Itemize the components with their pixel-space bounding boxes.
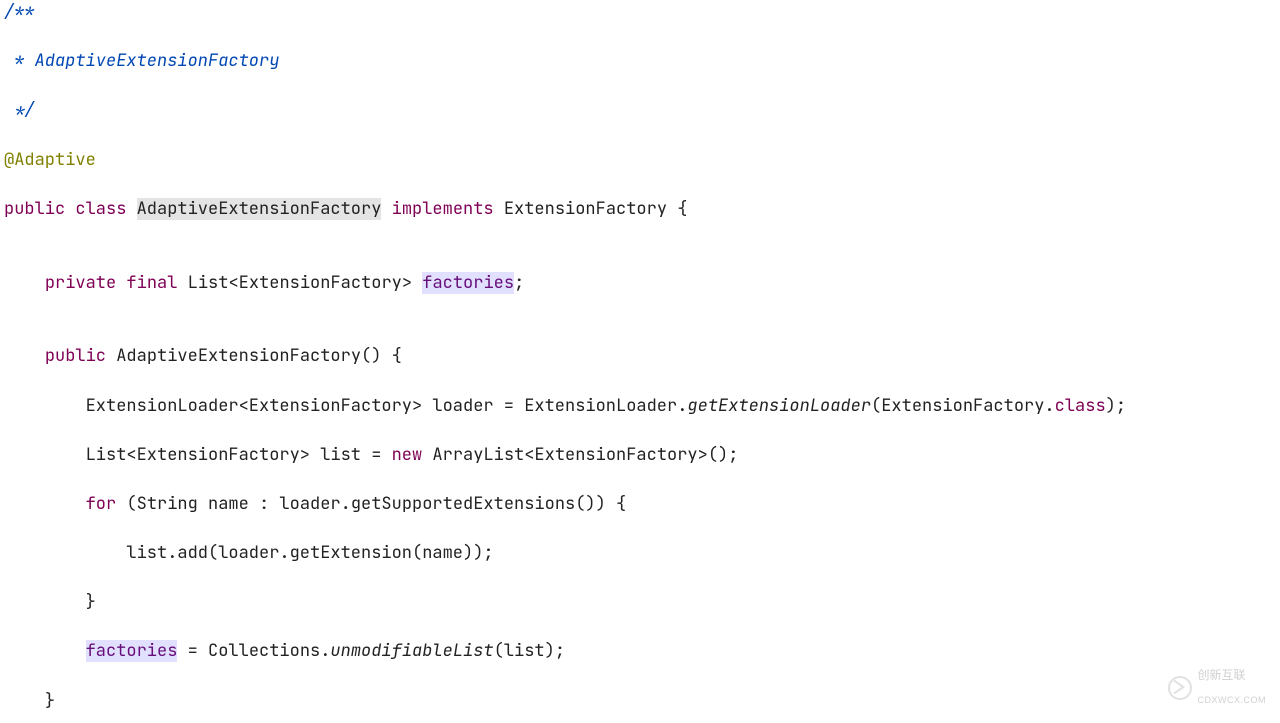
sp bbox=[65, 198, 75, 220]
ctor-l1a: ExtensionLoader<ExtensionFactory> loader… bbox=[86, 395, 688, 417]
semi: ; bbox=[514, 272, 524, 294]
type-ef: ExtensionFactory bbox=[239, 272, 402, 294]
annotation-adaptive: @Adaptive bbox=[4, 149, 96, 171]
sp bbox=[177, 272, 187, 294]
javadoc-body: * AdaptiveExtensionFactory bbox=[4, 50, 279, 72]
brace-open: { bbox=[677, 198, 687, 220]
ctor-l6b: = Collections. bbox=[177, 640, 330, 662]
kw-classlit: class bbox=[1055, 395, 1106, 417]
ctor-l2a: List<ExtensionFactory> list = bbox=[86, 444, 392, 466]
ctor-l6d: (list); bbox=[494, 640, 565, 662]
class-name: AdaptiveExtensionFactory bbox=[137, 198, 382, 220]
field-factories-assign: factories bbox=[86, 640, 178, 662]
code-editor: /** * AdaptiveExtensionFactory */ @Adapt… bbox=[0, 0, 1280, 723]
kw-implements: implements bbox=[392, 198, 494, 220]
field-factories: factories bbox=[422, 272, 514, 294]
ctor-sig-tail: () { bbox=[361, 345, 402, 367]
type-list: List bbox=[188, 272, 229, 294]
sp bbox=[381, 198, 391, 220]
sp bbox=[116, 272, 126, 294]
kw-private: private bbox=[45, 272, 116, 294]
lt: < bbox=[228, 272, 238, 294]
kw-final: final bbox=[126, 272, 177, 294]
iface-name: ExtensionFactory bbox=[504, 198, 667, 220]
ctor-l1b: getExtensionLoader bbox=[687, 395, 871, 417]
kw-new: new bbox=[392, 444, 423, 466]
kw-class: class bbox=[75, 198, 126, 220]
ctor-l4: list.add(loader.getExtension(name)); bbox=[126, 542, 493, 564]
brace-close: } bbox=[86, 591, 96, 613]
kw-public: public bbox=[45, 345, 106, 367]
gt: > bbox=[402, 272, 412, 294]
sp bbox=[106, 345, 116, 367]
brace-close: } bbox=[45, 690, 55, 712]
ctor-l1e: ); bbox=[1106, 395, 1126, 417]
sp bbox=[126, 198, 136, 220]
sp bbox=[412, 272, 422, 294]
kw-for: for bbox=[86, 493, 117, 515]
ctor-l3b: (String name : loader.getSupportedExtens… bbox=[116, 493, 626, 515]
sp bbox=[494, 198, 504, 220]
sp bbox=[667, 198, 677, 220]
javadoc-close: */ bbox=[4, 99, 35, 121]
ctor-l1c: (ExtensionFactory. bbox=[871, 395, 1055, 417]
javadoc-open: /** bbox=[4, 1, 35, 23]
ctor-name: AdaptiveExtensionFactory bbox=[116, 345, 361, 367]
ctor-l6c: unmodifiableList bbox=[330, 640, 493, 662]
ctor-l2c: ArrayList<ExtensionFactory>(); bbox=[422, 444, 738, 466]
kw-public: public bbox=[4, 198, 65, 220]
